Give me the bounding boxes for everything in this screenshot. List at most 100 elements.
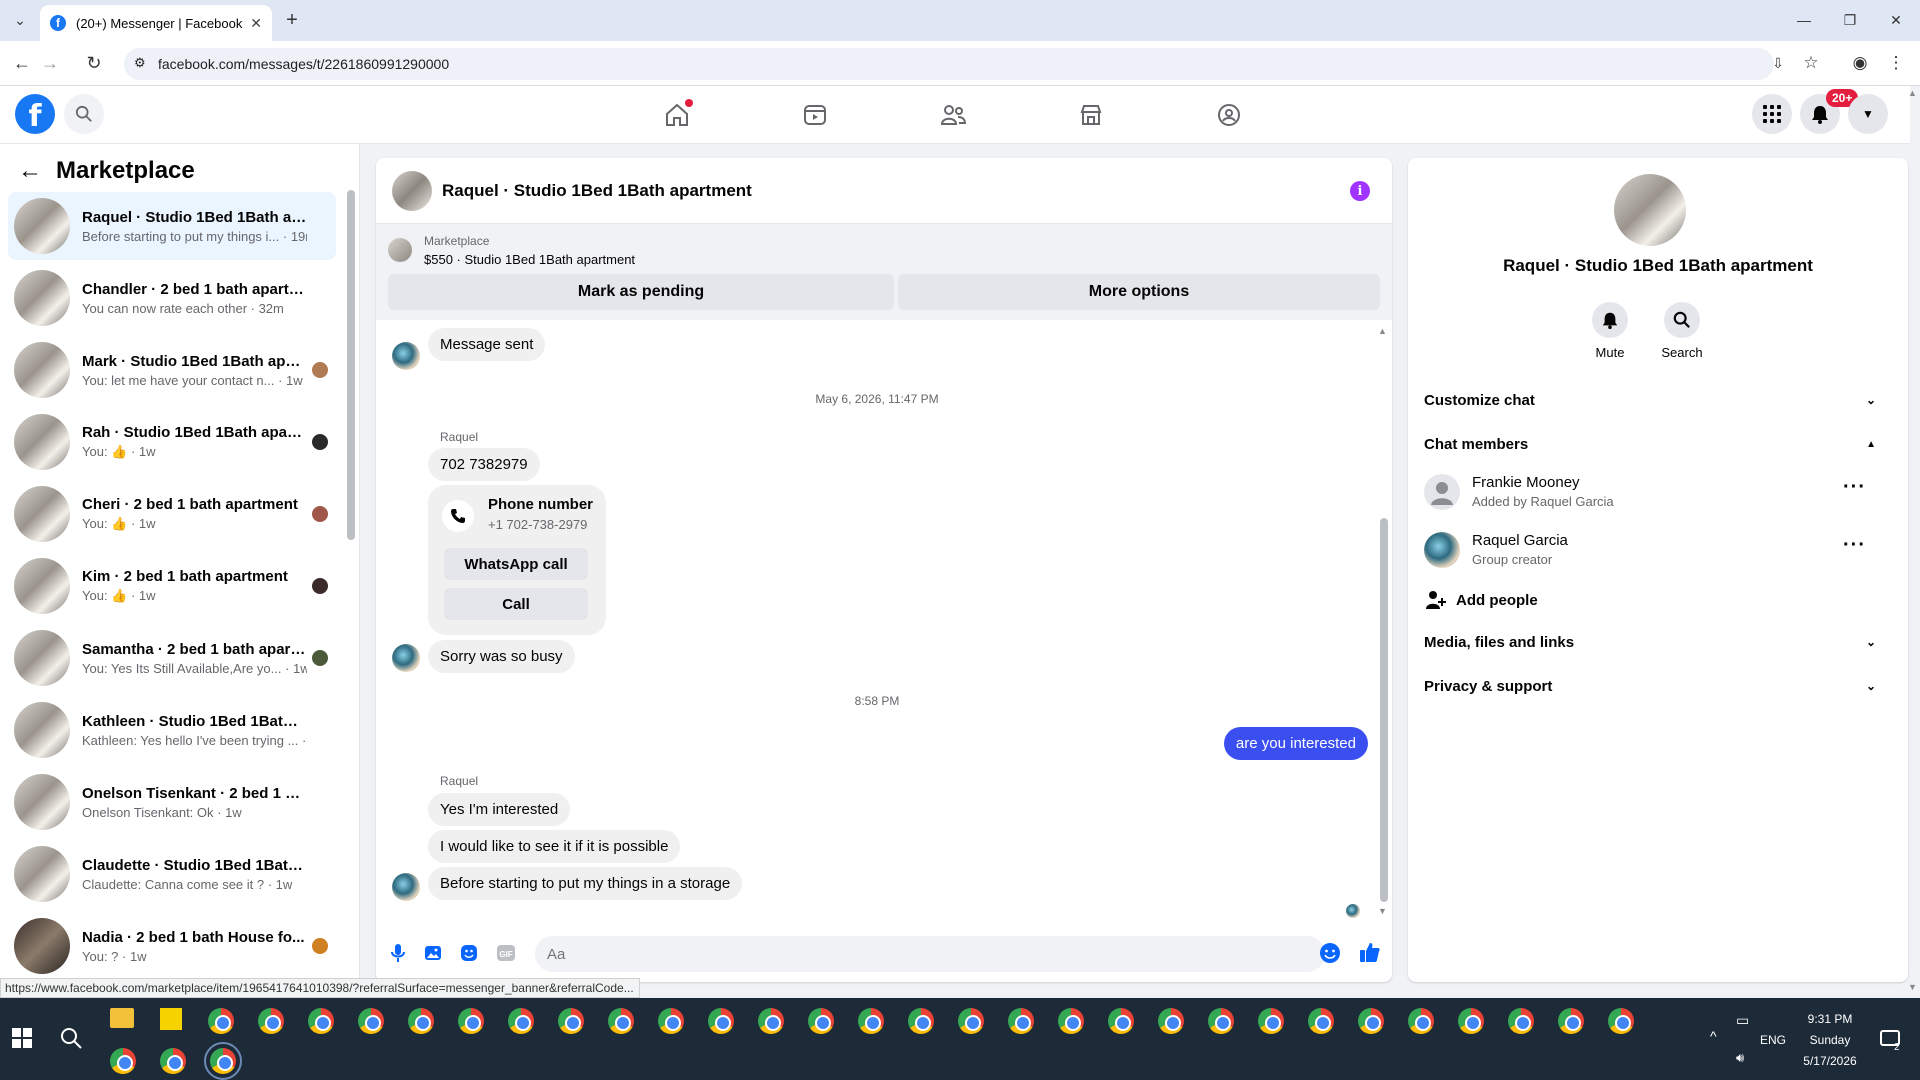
whatsapp-call-button[interactable]: WhatsApp call [444,548,588,580]
chrome-icon[interactable] [1308,1008,1334,1034]
install-app-icon[interactable]: ⇩ [1764,49,1792,77]
facebook-logo-icon[interactable]: f [15,94,55,134]
sticker-icon[interactable] [457,941,481,965]
chat-title[interactable]: Raquel · Studio 1Bed 1Bath apartment [442,181,752,201]
conversation-item[interactable]: Samantha · 2 bed 1 bath apart... You: Yes… [8,624,336,692]
nav-video-icon[interactable] [759,87,871,143]
scroll-up-arrow-icon[interactable]: ▲ [1378,326,1387,336]
chrome-icon[interactable] [258,1008,284,1034]
chat-avatar[interactable] [392,170,432,211]
chrome-icon[interactable] [1008,1008,1034,1034]
thumbs-up-icon[interactable] [1358,940,1382,964]
clock-time[interactable]: 9:31 PM [1790,1012,1870,1026]
media-files-row[interactable]: Media, files and links ⌄ [1424,622,1876,662]
conversation-item[interactable]: Cheri · 2 bed 1 bath apartment You: 👍 · 1… [8,480,336,548]
privacy-support-row[interactable]: Privacy & support ⌄ [1424,666,1876,706]
listing-title[interactable]: $550 · Studio 1Bed 1Bath apartment [424,252,635,267]
reload-icon[interactable]: ↻ [80,49,108,77]
close-tab-icon[interactable]: ✕ [250,15,262,32]
chat-members-row[interactable]: Chat members ▲ [1424,424,1876,464]
chrome-icon[interactable] [858,1008,884,1034]
chrome-icon[interactable] [1058,1008,1084,1034]
more-options-icon[interactable]: ··· [1843,476,1866,499]
customize-chat-row[interactable]: Customize chat ⌄ [1424,380,1876,420]
forward-arrow-icon[interactable]: → [36,49,64,77]
network-icon[interactable]: ▭ [1736,1012,1749,1029]
conversation-item[interactable]: Rah · Studio 1Bed 1Bath apart... You: 👍 ·… [8,408,336,476]
account-menu-button[interactable]: ▼ [1848,94,1888,134]
minimize-icon[interactable]: — [1790,6,1818,34]
tab-search-chevron-icon[interactable]: ⌄ [6,6,34,34]
chrome-icon[interactable] [160,1048,186,1074]
more-options-icon[interactable]: ··· [1843,534,1866,557]
conversation-item[interactable]: Kim · 2 bed 1 bath apartment You: 👍 · 1w [8,552,336,620]
menu-grid-button[interactable] [1752,94,1792,134]
message-input[interactable] [535,936,1325,972]
message-bubble[interactable]: Sorry was so busy [428,640,575,673]
chrome-icon[interactable] [608,1008,634,1034]
message-bubble[interactable]: Before starting to put my things in a st… [428,867,743,900]
conversation-item[interactable]: Claudette · Studio 1Bed 1Bath ap... Claud… [8,840,336,908]
add-people-button[interactable]: Add people [1424,586,1724,614]
volume-icon[interactable]: 🔊︎ [1736,1050,1744,1066]
chrome-icon[interactable] [208,1008,234,1034]
listing-thumbnail[interactable] [388,238,412,262]
profile-avatar[interactable] [1614,174,1686,246]
chrome-icon[interactable] [758,1008,784,1034]
url-omnibox[interactable]: ⚙ facebook.com/messages/t/22618609912900… [124,48,1774,80]
scroll-down-arrow-icon[interactable]: ▼ [1378,906,1387,916]
chrome-icon[interactable] [1508,1008,1534,1034]
conversation-item[interactable]: Nadia · 2 bed 1 bath House fo... You: ? ·… [8,912,336,980]
new-tab-plus-icon[interactable]: + [278,6,306,34]
chrome-icon[interactable] [708,1008,734,1034]
close-window-icon[interactable]: ✕ [1882,6,1910,34]
conversation-item[interactable]: Kathleen · Studio 1Bed 1Bath ap... Kathle… [8,696,336,764]
chrome-icon[interactable] [1558,1008,1584,1034]
info-icon[interactable]: i [1350,181,1370,201]
back-arrow-icon[interactable]: ← [8,49,36,77]
chrome-icon[interactable] [1158,1008,1184,1034]
conversation-item[interactable]: Mark · Studio 1Bed 1Bath apar... You: let… [8,336,336,404]
chrome-icon[interactable] [1458,1008,1484,1034]
language-indicator[interactable]: ENG [1760,1033,1786,1047]
call-button[interactable]: Call [444,588,588,620]
more-options-button[interactable]: More options [898,274,1380,310]
messages-scrollbar[interactable] [1380,518,1388,902]
bookmark-star-icon[interactable]: ☆ [1797,49,1825,77]
chrome-icon[interactable] [808,1008,834,1034]
message-bubble[interactable]: I would like to see it if it is possible [428,830,681,863]
nav-gaming-icon[interactable] [1173,87,1285,143]
conversation-item[interactable]: Chandler · 2 bed 1 bath apartment You can… [8,264,336,332]
browser-menu-icon[interactable]: ⋮ [1882,49,1910,77]
chrome-icon[interactable] [1408,1008,1434,1034]
member-item[interactable]: Frankie Mooney Added by Raquel Garcia ··… [1424,466,1876,520]
chrome-icon[interactable] [408,1008,434,1034]
browser-tab[interactable]: f (20+) Messenger | Facebook ✕ [40,5,272,41]
site-settings-icon[interactable]: ⚙ [134,55,146,71]
clock-date[interactable]: 5/17/2026 [1790,1054,1870,1068]
search-in-chat-button[interactable] [1664,302,1700,338]
mute-button[interactable] [1592,302,1628,338]
chrome-icon[interactable] [1358,1008,1384,1034]
sticky-notes-icon[interactable] [160,1008,182,1030]
mark-as-pending-button[interactable]: Mark as pending [388,274,894,310]
profile-icon[interactable]: ◉ [1846,49,1874,77]
conversation-item[interactable]: Onelson Tisenkant · 2 bed 1 bat... Onelso… [8,768,336,836]
gif-icon[interactable]: GIF [494,941,518,965]
page-scroll-up-icon[interactable]: ▲ [1908,88,1917,98]
message-bubble[interactable]: Yes I'm interested [428,793,571,826]
microphone-icon[interactable] [386,941,410,965]
back-arrow-icon[interactable]: ← [18,157,42,185]
chrome-icon[interactable] [908,1008,934,1034]
message-bubble[interactable]: Message sent [428,328,546,361]
restore-icon[interactable]: ❐ [1836,6,1864,34]
nav-friends-icon[interactable] [897,87,1009,143]
chrome-icon[interactable] [958,1008,984,1034]
chrome-icon[interactable] [1108,1008,1134,1034]
windows-start-icon[interactable] [12,1028,32,1048]
chrome-icon-active[interactable] [204,1042,242,1080]
chrome-icon[interactable] [1258,1008,1284,1034]
my-message-bubble[interactable]: are you interested [1223,727,1368,760]
page-scroll-down-icon[interactable]: ▼ [1908,982,1917,992]
nav-home-icon[interactable] [621,87,733,143]
